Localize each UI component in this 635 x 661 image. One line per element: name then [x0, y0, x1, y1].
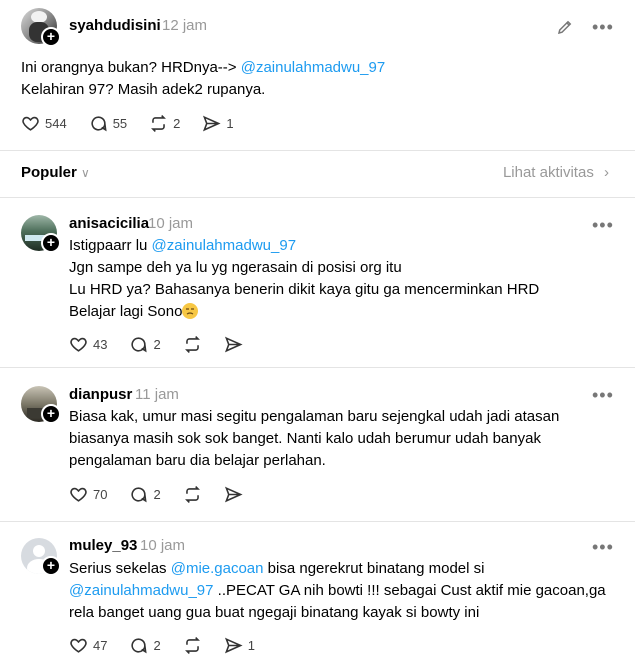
- comment-icon: [91, 116, 107, 132]
- mention-link[interactable]: @zainulahmadwu_97: [69, 582, 214, 599]
- like-button[interactable]: 43: [69, 335, 107, 354]
- repost-button[interactable]: [183, 485, 202, 504]
- reply-text: Serius sekelas @mie.gacoan bisa ngerekru…: [69, 560, 606, 621]
- username[interactable]: muley_93: [69, 537, 137, 554]
- post-text: Ini orangnya bukan? HRDnya--> @zainulahm…: [21, 59, 386, 98]
- post-time: 10 jam: [148, 215, 194, 232]
- reply-actions: 43 2: [69, 335, 265, 354]
- post-actions: 544 55 2 1: [21, 114, 256, 133]
- username[interactable]: syahdudisini: [69, 17, 161, 34]
- mention-link[interactable]: @mie.gacoan: [171, 560, 264, 577]
- follow-plus-icon[interactable]: +: [41, 404, 61, 424]
- repost-icon: [184, 486, 200, 503]
- send-icon: [203, 115, 221, 132]
- unamused-emoji-icon: [182, 303, 199, 319]
- reply-post: + muley_93 10 jam ••• Serius sekelas @mi…: [0, 522, 635, 661]
- more-options-icon[interactable]: •••: [592, 18, 614, 36]
- chevron-right-icon: ›: [604, 164, 609, 181]
- comment-icon: [131, 487, 148, 503]
- share-button[interactable]: 1: [202, 114, 234, 133]
- post-time: 11 jam: [135, 386, 179, 403]
- reply-button[interactable]: 2: [129, 335, 161, 354]
- repost-button[interactable]: [183, 636, 202, 655]
- reply-text: Istigpaarr lu @zainulahmadwu_97 Jgn samp…: [69, 237, 540, 320]
- follow-plus-icon[interactable]: +: [41, 233, 61, 253]
- share-button[interactable]: [224, 485, 243, 504]
- share-button[interactable]: [224, 335, 243, 354]
- username[interactable]: dianpusr: [69, 386, 132, 403]
- reply-button[interactable]: 55: [89, 114, 127, 133]
- repost-icon: [151, 115, 167, 132]
- comment-icon: [131, 638, 148, 654]
- heart-icon: [70, 487, 87, 502]
- repost-icon: [184, 336, 200, 353]
- like-button[interactable]: 70: [69, 485, 107, 504]
- sort-dropdown[interactable]: Populer ∨: [21, 164, 90, 181]
- like-button[interactable]: 544: [21, 114, 67, 133]
- post-time: 12 jam: [162, 17, 208, 34]
- reply-actions: 47 2 1: [69, 636, 277, 655]
- activity-link-label: Lihat aktivitas: [502, 164, 594, 181]
- follow-plus-icon[interactable]: +: [41, 27, 61, 47]
- username[interactable]: anisacicilia: [69, 215, 149, 232]
- reply-button[interactable]: 2: [129, 485, 161, 504]
- reply-actions: 70 2: [69, 485, 265, 504]
- reply-post: + dianpusr 11 jam ••• Biasa kak, umur ma…: [0, 368, 635, 520]
- reply-button[interactable]: 2: [129, 636, 161, 655]
- heart-icon: [70, 638, 87, 653]
- mention-link[interactable]: @zainulahmadwu_97: [241, 59, 386, 76]
- like-button[interactable]: 47: [69, 636, 107, 655]
- sort-label: Populer: [21, 164, 77, 181]
- repost-icon: [184, 637, 200, 654]
- more-options-icon[interactable]: •••: [592, 216, 614, 234]
- heart-icon: [70, 337, 87, 352]
- repost-button[interactable]: 2: [149, 114, 180, 133]
- more-options-icon[interactable]: •••: [592, 386, 614, 404]
- chevron-down-icon: ∨: [81, 166, 90, 180]
- reply-post: + anisacicilia 10 jam ••• Istigpaarr lu …: [0, 198, 635, 365]
- send-icon: [224, 486, 243, 503]
- follow-plus-icon[interactable]: +: [41, 556, 61, 576]
- comment-icon: [131, 337, 148, 353]
- send-icon: [224, 336, 243, 353]
- reply-text: Biasa kak, umur masi segitu pengalaman b…: [69, 408, 560, 469]
- mention-link[interactable]: @zainulahmadwu_97: [152, 237, 297, 254]
- main-post: + syahdudisini 12 jam ••• Ini orangnya b…: [0, 0, 635, 150]
- edit-icon[interactable]: [556, 18, 574, 41]
- view-activity-link[interactable]: Lihat aktivitas ›: [503, 164, 609, 181]
- send-icon: [224, 637, 243, 654]
- share-button[interactable]: 1: [224, 636, 255, 655]
- heart-icon: [22, 116, 39, 131]
- repost-button[interactable]: [183, 335, 202, 354]
- post-time: 10 jam: [140, 537, 186, 554]
- more-options-icon[interactable]: •••: [592, 538, 614, 556]
